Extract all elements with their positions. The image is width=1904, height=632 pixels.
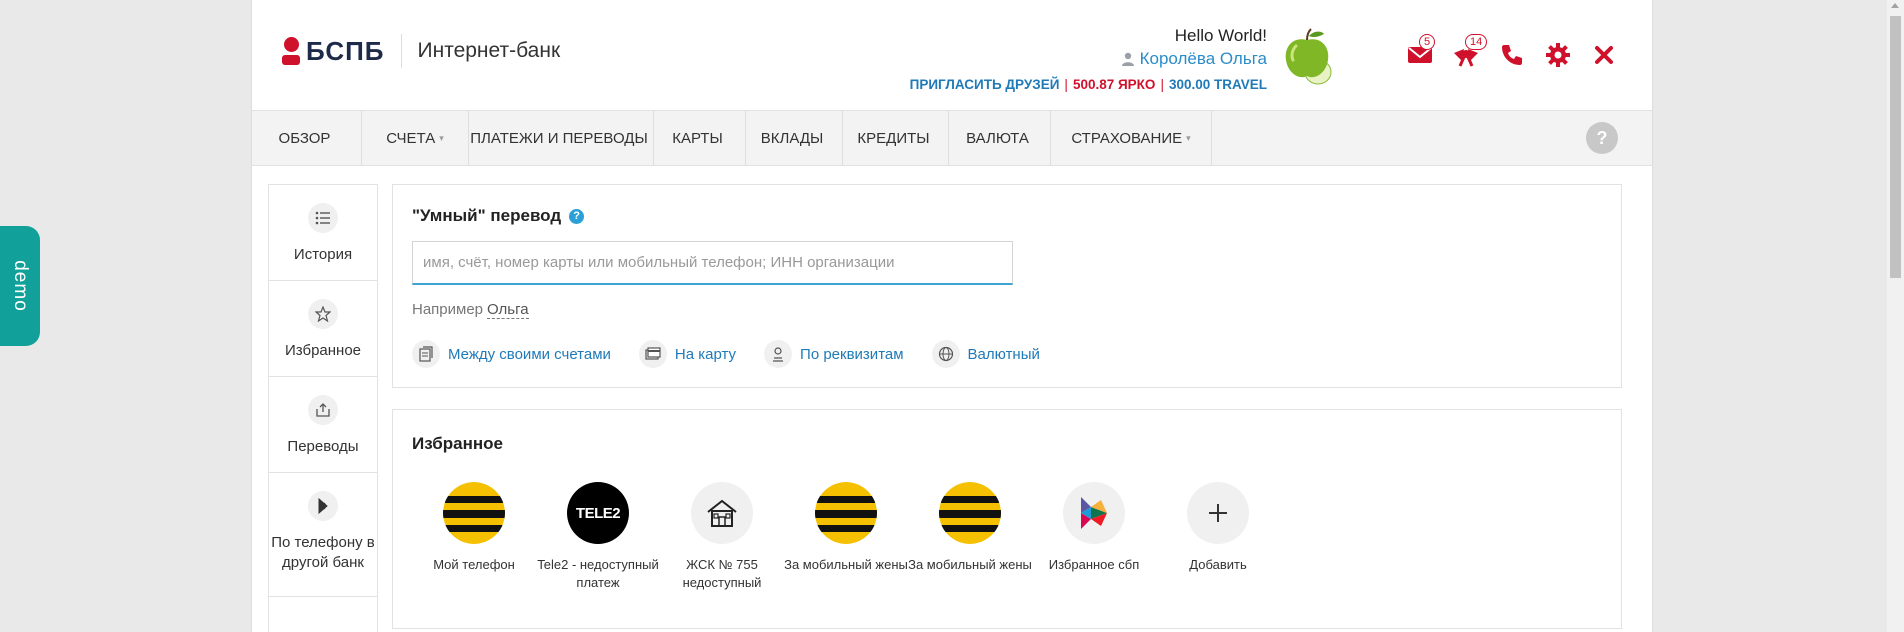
scrollbar-thumb[interactable] xyxy=(1890,16,1901,278)
sbp-icon xyxy=(308,491,338,521)
nav-cards[interactable]: КАРТЫ xyxy=(654,111,746,165)
close-icon[interactable] xyxy=(1589,40,1619,70)
logo-mark-icon xyxy=(282,35,300,67)
chevron-down-icon: ▾ xyxy=(439,132,444,143)
globe-icon xyxy=(931,340,960,368)
nav-insurance[interactable]: СТРАХОВАНИЕ ▾ xyxy=(1051,111,1212,165)
favorite-item[interactable]: ЖСК № 755 недоступный xyxy=(660,482,784,592)
sbp-logo-icon xyxy=(1063,482,1125,544)
header: БСПБ Интернет-банк Hello World! Королёва… xyxy=(252,0,1652,110)
offers-count-badge: 14 xyxy=(1465,34,1488,50)
card-icon xyxy=(638,340,667,368)
smart-transfer-title: "Умный" перевод? xyxy=(412,206,585,226)
requisites-icon xyxy=(764,340,793,368)
nav-payments[interactable]: ПЛАТЕЖИ И ПЕРЕВОДЫ xyxy=(469,111,654,165)
person-icon xyxy=(1121,52,1134,66)
gift-icon[interactable]: 14 xyxy=(1451,34,1488,70)
scroll-up-icon[interactable] xyxy=(1891,3,1899,8)
link-to-card[interactable]: На карту xyxy=(638,340,736,368)
beeline-icon xyxy=(939,482,1001,544)
logo-subtitle: Интернет-банк xyxy=(417,39,561,62)
header-icons: 5 14 xyxy=(1405,34,1635,70)
example-name-link[interactable]: Ольга xyxy=(487,301,529,319)
link-by-requisites[interactable]: По реквизитам xyxy=(764,340,904,368)
list-icon xyxy=(308,203,338,233)
nav-deposits[interactable]: ВКЛАДЫ xyxy=(746,111,843,165)
messages-count-badge: 5 xyxy=(1419,34,1436,50)
phone-icon[interactable] xyxy=(1497,40,1527,70)
sidebar-item-phone-other-bank[interactable]: По телефону в другой банк xyxy=(269,473,377,597)
nav-accounts[interactable]: СЧЕТА ▾ xyxy=(362,111,469,165)
favorite-item[interactable]: TELE2 Tele2 - недоступный платеж xyxy=(536,482,660,592)
smart-transfer-card: "Умный" перевод? НапримерОльга Между сво… xyxy=(392,184,1622,388)
sidebar-item-favorites[interactable]: Избранное xyxy=(269,281,377,377)
star-icon xyxy=(308,299,338,329)
favorites-list: Мой телефон TELE2 Tele2 - недоступный пл… xyxy=(412,482,1280,592)
accounts-icon xyxy=(412,340,440,368)
sidebar-item-label: По телефону в другой банк xyxy=(271,534,375,571)
favorite-item[interactable]: За мобильный жены xyxy=(908,482,1032,592)
favorite-item[interactable]: За мобильный жены xyxy=(784,482,908,592)
sidebar-item-label: История xyxy=(293,246,353,263)
plus-icon xyxy=(1187,482,1249,544)
beeline-icon xyxy=(815,482,877,544)
bonus-yarko[interactable]: 500.87 ЯРКО xyxy=(1073,77,1156,92)
favorites-card: Избранное Мой телефон TELE2 Tele2 - недо… xyxy=(392,409,1622,629)
link-currency-transfer[interactable]: Валютный xyxy=(931,340,1040,368)
sidebar-item-history[interactable]: История xyxy=(269,185,377,281)
house-icon xyxy=(691,482,753,544)
page: БСПБ Интернет-банк Hello World! Королёва… xyxy=(251,0,1653,632)
sidebar-item-label: Избранное xyxy=(284,342,362,359)
example-hint: Например Ольга xyxy=(412,301,529,319)
demo-tab[interactable]: demo xyxy=(0,226,40,346)
favorite-item[interactable]: Мой телефон xyxy=(412,482,536,592)
promo-line: ПРИГЛАСИТЬ ДРУЗЕЙ | 500.87 ЯРКО | 300.00 TRA… xyxy=(909,77,1267,92)
beeline-icon xyxy=(443,482,505,544)
help-icon[interactable]: ? xyxy=(569,208,585,224)
nav-overview[interactable]: ОБЗОР xyxy=(252,111,362,165)
user-name: Королёва Ольга xyxy=(1139,49,1267,68)
sidebar-item-transfers[interactable]: Переводы xyxy=(269,377,377,473)
sidebar: История Избранное Переводы По телефону в… xyxy=(268,184,378,632)
add-favorite-button[interactable]: Добавить xyxy=(1156,482,1280,592)
nav-credits[interactable]: КРЕДИТЫ xyxy=(843,111,949,165)
favorites-title: Избранное xyxy=(412,434,503,453)
logo-text: БСПБ xyxy=(306,35,385,66)
tele2-icon: TELE2 xyxy=(567,482,629,544)
greeting: Hello World! xyxy=(1174,26,1267,45)
bank-logo[interactable]: БСПБ Интернет-банк xyxy=(282,34,560,68)
sidebar-item-label: Переводы xyxy=(287,438,359,455)
page-scrollbar[interactable] xyxy=(1887,0,1904,632)
mail-icon[interactable]: 5 xyxy=(1405,34,1436,70)
help-button[interactable]: ? xyxy=(1586,122,1618,154)
invite-friends-link[interactable]: ПРИГЛАСИТЬ ДРУЗЕЙ xyxy=(910,77,1060,92)
logo-divider xyxy=(400,34,402,68)
user-name-link[interactable]: Королёва Ольга xyxy=(1121,49,1267,69)
favorite-item[interactable]: Избранное сбп xyxy=(1032,482,1156,592)
main-nav: ОБЗОР СЧЕТА ▾ ПЛАТЕЖИ И ПЕРЕВОДЫ КАРТЫ ВК… xyxy=(252,110,1652,166)
gear-icon[interactable] xyxy=(1543,40,1573,70)
transfer-icon xyxy=(308,395,338,425)
avatar-apple-icon[interactable] xyxy=(1282,28,1332,86)
bonus-travel[interactable]: 300.00 TRAVEL xyxy=(1169,77,1267,92)
chevron-down-icon: ▾ xyxy=(1186,132,1191,143)
transfer-type-links: Между своими счетами На карту По реквизи… xyxy=(412,340,1068,368)
link-between-accounts[interactable]: Между своими счетами xyxy=(412,340,611,368)
nav-currency[interactable]: ВАЛЮТА xyxy=(949,111,1051,165)
search-input[interactable] xyxy=(412,241,1013,285)
